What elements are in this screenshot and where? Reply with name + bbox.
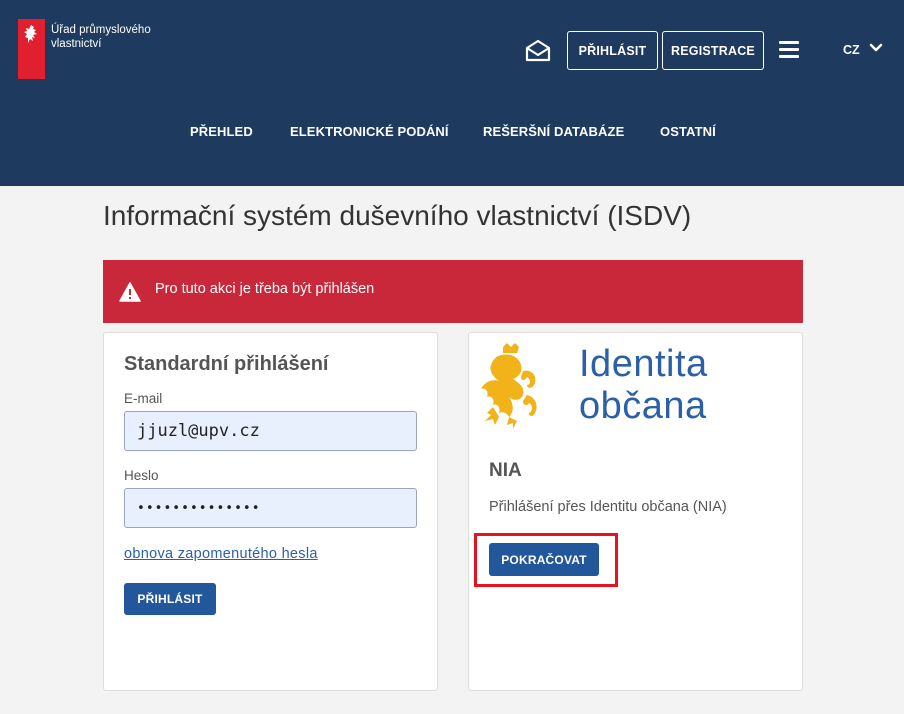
forgot-password-link[interactable]: obnova zapomenutého hesla [124,546,318,562]
nav-item-ostatni[interactable]: OSTATNÍ [660,124,716,139]
nav-item-resersni-databaze[interactable]: REŠERŠNÍ DATABÁZE [483,124,624,139]
hamburger-menu-icon[interactable] [779,41,799,58]
identita-obcana-brand: Identita občana [579,343,708,427]
page-title: Informační systém duševního vlastnictví … [103,200,691,232]
login-required-alert: Pro tuto akci je třeba být přihlášen [103,260,803,323]
continue-button[interactable]: POKRAČOVAT [489,543,599,576]
login-submit-button[interactable]: PŘIHLÁSIT [124,583,216,615]
warning-icon [119,282,141,302]
nav-item-elektronicke-podani[interactable]: ELEKTRONICKÉ PODÁNÍ [290,124,449,139]
lion-icon [21,23,42,47]
czech-lion-icon [473,341,549,433]
password-label: Heslo [124,468,159,483]
logo-text[interactable]: Úřad průmyslového vlastnictví [51,23,161,51]
standard-login-card: Standardní přihlášení E-mail jjuzl@upv.c… [103,332,438,691]
mail-icon[interactable] [524,38,552,62]
upv-logo[interactable] [18,19,45,79]
email-field[interactable]: jjuzl@upv.cz [124,411,417,451]
language-selector[interactable]: CZ [843,43,860,57]
site-header: Úřad průmyslového vlastnictví PŘIHLÁSIT … [0,0,904,186]
nia-login-card: Identita občana NIA Přihlášení přes Iden… [468,332,803,691]
header-login-button[interactable]: PŘIHLÁSIT [567,31,658,70]
email-label: E-mail [124,391,162,406]
chevron-down-icon[interactable] [869,42,883,54]
password-field[interactable]: •••••••••••••• [124,488,417,528]
nia-heading: NIA [489,460,522,482]
header-register-button[interactable]: REGISTRACE [662,31,764,70]
main-nav: PŘEHLED ELEKTRONICKÉ PODÁNÍ REŠERŠNÍ DAT… [0,124,904,144]
nav-item-prehled[interactable]: PŘEHLED [190,124,253,139]
standard-login-title: Standardní přihlášení [124,353,328,376]
nia-description: Přihlášení přes Identitu občana (NIA) [489,499,727,515]
alert-message: Pro tuto akci je třeba být přihlášen [155,281,374,297]
